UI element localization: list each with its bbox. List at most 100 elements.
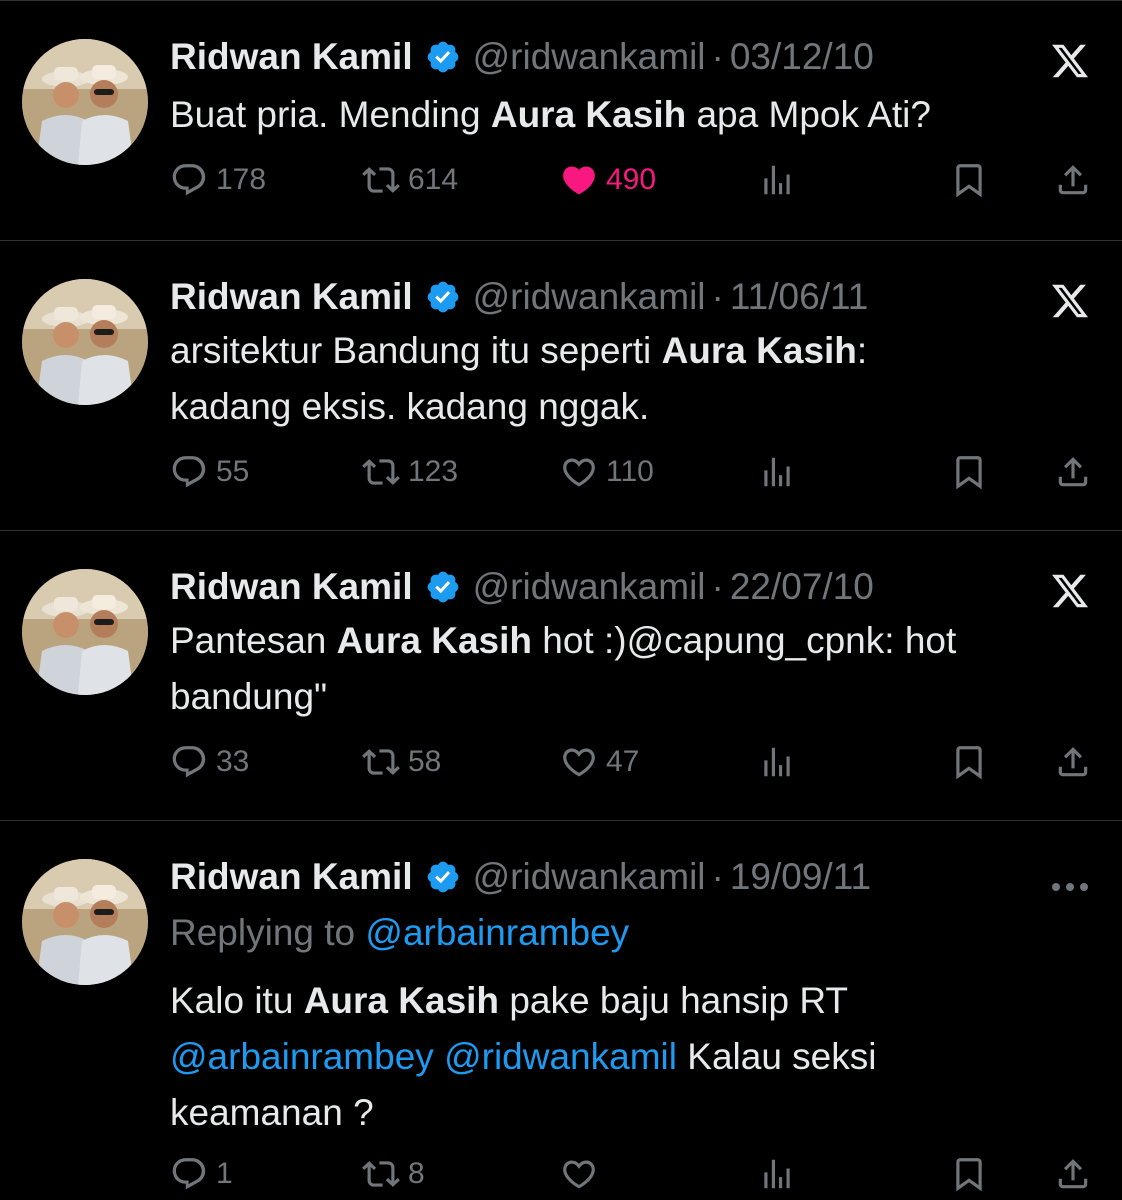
tweet-text: Buat pria. Mending Aura Kasih apa Mpok A… bbox=[170, 87, 1082, 143]
tweet-header: Ridwan Kamil @ridwankamil · 19/09/11 bbox=[170, 855, 871, 899]
avatar[interactable] bbox=[22, 859, 148, 985]
avatar[interactable] bbox=[22, 279, 148, 405]
text-segment: pake baju hansip RT bbox=[499, 980, 849, 1021]
replying-mention-link[interactable]: @arbainrambey bbox=[365, 912, 629, 953]
heart-filled-icon bbox=[563, 166, 595, 195]
more-icon[interactable] bbox=[1050, 881, 1090, 893]
reply-button[interactable]: 1 bbox=[170, 1155, 233, 1193]
tweet[interactable]: Ridwan Kamil @ridwankamil · 11/06/11 ars… bbox=[0, 240, 1122, 530]
reply-button[interactable]: 55 bbox=[170, 453, 249, 491]
repost-count: 123 bbox=[408, 455, 459, 488]
like-button[interactable]: 47 bbox=[560, 743, 639, 781]
heart-icon bbox=[563, 748, 595, 777]
tweet-date[interactable]: 03/12/10 bbox=[730, 35, 874, 79]
x-logo-icon bbox=[1052, 284, 1089, 318]
replying-to: Replying to @arbainrambey bbox=[170, 909, 629, 957]
reply-count: 1 bbox=[216, 1157, 233, 1190]
author-handle[interactable]: @ridwankamil bbox=[473, 275, 706, 319]
repost-icon bbox=[362, 1161, 400, 1187]
like-button[interactable] bbox=[560, 1155, 606, 1193]
share-icon bbox=[1058, 747, 1088, 777]
action-bar: 178 614 490 bbox=[170, 161, 1100, 205]
bookmark-icon bbox=[956, 164, 982, 198]
reply-icon bbox=[172, 746, 206, 778]
analytics-icon bbox=[764, 1159, 790, 1189]
author-name[interactable]: Ridwan Kamil bbox=[170, 855, 413, 899]
separator-dot: · bbox=[711, 856, 724, 897]
like-button[interactable]: 110 bbox=[560, 453, 654, 491]
share-button[interactable] bbox=[1054, 743, 1100, 781]
bookmark-icon bbox=[956, 746, 982, 780]
author-name[interactable]: Ridwan Kamil bbox=[170, 35, 413, 79]
mention-link[interactable]: @arbainrambey bbox=[170, 1036, 434, 1077]
views-button[interactable] bbox=[758, 161, 804, 199]
reply-count: 55 bbox=[216, 455, 250, 488]
text-segment: : bbox=[856, 330, 868, 371]
views-button[interactable] bbox=[758, 1155, 804, 1193]
action-bar: 33 58 47 bbox=[170, 743, 1100, 787]
author-handle[interactable]: @ridwankamil bbox=[473, 35, 706, 79]
views-button[interactable] bbox=[758, 453, 804, 491]
avatar[interactable] bbox=[22, 39, 148, 165]
text-bold: Aura Kasih bbox=[661, 330, 857, 371]
repost-button[interactable]: 58 bbox=[362, 743, 441, 781]
repost-button[interactable]: 123 bbox=[362, 453, 458, 491]
separator-dot: · bbox=[711, 36, 724, 77]
tweet-text: Pantesan Aura Kasih hot :)@capung_cpnk: … bbox=[170, 613, 1082, 725]
share-icon bbox=[1058, 457, 1088, 487]
action-bar: 1 8 bbox=[170, 1155, 1100, 1199]
text-bold: Aura Kasih bbox=[303, 980, 500, 1021]
author-handle[interactable]: @ridwankamil bbox=[473, 565, 706, 609]
views-button[interactable] bbox=[758, 743, 804, 781]
repost-count: 8 bbox=[408, 1157, 425, 1190]
verified-badge-icon bbox=[425, 859, 461, 895]
tweet-header: Ridwan Kamil @ridwankamil · 22/07/10 bbox=[170, 565, 874, 609]
reply-icon bbox=[172, 1158, 206, 1190]
tweet-header: Ridwan Kamil @ridwankamil · 03/12/10 bbox=[170, 35, 874, 79]
tweet-date[interactable]: 22/07/10 bbox=[730, 565, 874, 609]
tweet-text: Kalo itu Aura Kasih pake baju hansip RT … bbox=[170, 973, 1082, 1141]
text-segment: Kalau seksi bbox=[676, 1036, 877, 1077]
like-count: 110 bbox=[606, 455, 654, 488]
text-segment: hot :)@capung_cpnk: hot bbox=[531, 620, 957, 661]
share-button[interactable] bbox=[1054, 1155, 1100, 1193]
action-bar: 55 123 110 bbox=[170, 453, 1100, 497]
text-bold: Aura Kasih bbox=[336, 620, 532, 661]
share-icon bbox=[1058, 165, 1088, 195]
bookmark-icon bbox=[956, 1158, 982, 1192]
bookmark-button[interactable] bbox=[950, 743, 996, 781]
like-count: 490 bbox=[606, 163, 657, 196]
analytics-icon bbox=[764, 165, 790, 195]
share-icon bbox=[1058, 1159, 1088, 1189]
repost-icon bbox=[362, 749, 400, 775]
separator-dot: · bbox=[711, 276, 724, 317]
text-segment: apa Mpok Ati? bbox=[686, 94, 931, 135]
verified-badge-icon bbox=[425, 39, 461, 75]
reply-icon bbox=[172, 456, 206, 488]
tweet-date[interactable]: 19/09/11 bbox=[730, 855, 871, 899]
repost-icon bbox=[362, 167, 400, 193]
tweet[interactable]: Ridwan Kamil @ridwankamil · 19/09/11 Rep… bbox=[0, 820, 1122, 1200]
bookmark-button[interactable] bbox=[950, 161, 996, 199]
tweet[interactable]: Ridwan Kamil @ridwankamil · 22/07/10 Pan… bbox=[0, 530, 1122, 820]
reply-button[interactable]: 33 bbox=[170, 743, 249, 781]
tweet[interactable]: Ridwan Kamil @ridwankamil · 03/12/10 Bua… bbox=[0, 0, 1122, 240]
avatar[interactable] bbox=[22, 569, 148, 695]
share-button[interactable] bbox=[1054, 453, 1100, 491]
author-name[interactable]: Ridwan Kamil bbox=[170, 565, 413, 609]
repost-count: 614 bbox=[408, 163, 459, 196]
repost-count: 58 bbox=[408, 745, 442, 778]
repost-button[interactable]: 614 bbox=[362, 161, 458, 199]
analytics-icon bbox=[764, 747, 790, 777]
repost-button[interactable]: 8 bbox=[362, 1155, 425, 1193]
reply-button[interactable]: 178 bbox=[170, 161, 266, 199]
heart-icon bbox=[563, 458, 595, 487]
like-button[interactable]: 490 bbox=[560, 161, 656, 199]
bookmark-button[interactable] bbox=[950, 1155, 996, 1193]
share-button[interactable] bbox=[1054, 161, 1100, 199]
author-handle[interactable]: @ridwankamil bbox=[473, 855, 706, 899]
mention-link[interactable]: @ridwankamil bbox=[444, 1036, 677, 1077]
bookmark-button[interactable] bbox=[950, 453, 996, 491]
tweet-date[interactable]: 11/06/11 bbox=[730, 275, 869, 319]
author-name[interactable]: Ridwan Kamil bbox=[170, 275, 413, 319]
